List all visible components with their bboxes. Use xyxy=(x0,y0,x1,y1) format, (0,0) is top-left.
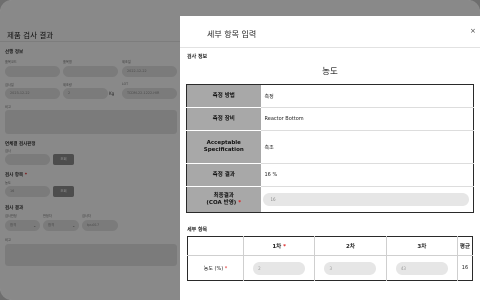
detail-items-table: 1차 * 2차 3차 평균 농도 (%) * 2 3 43 16 xyxy=(187,236,473,281)
measurement-2-input[interactable]: 3 xyxy=(324,261,377,275)
info-label: 측정 결과 xyxy=(186,163,261,187)
final-result-input[interactable]: 16 xyxy=(262,193,469,206)
modal-title: 세부 항목 입력 xyxy=(207,30,257,39)
info-label: 측정 장비 xyxy=(186,107,261,131)
column-header: 1차 * xyxy=(242,236,315,256)
column-header xyxy=(187,236,244,256)
info-value: Reactor Bottom xyxy=(260,107,474,131)
inspection-info-table: 측정 방법 측정 측정 장비 Reactor Bottom Acceptable… xyxy=(186,84,474,213)
column-header: 평균 xyxy=(456,236,473,256)
info-value: 16 % xyxy=(260,163,474,187)
measurement-1-input[interactable]: 2 xyxy=(253,261,306,275)
detail-input-modal: 세부 항목 입력 × 검사 정보 농도 측정 방법 측정 측정 장비 React… xyxy=(180,16,480,300)
row-label: 농도 (%) * xyxy=(203,265,228,272)
info-value: 측조 xyxy=(260,130,474,164)
section-detail-heading: 세부 항목 xyxy=(187,227,208,233)
divider xyxy=(180,47,480,48)
close-icon[interactable]: × xyxy=(470,27,476,35)
info-value: 측정 xyxy=(260,84,474,108)
info-label: Acceptable Specification xyxy=(186,130,261,164)
section-info-heading: 검사 정보 xyxy=(187,54,208,60)
sample-name: 농도 xyxy=(322,67,338,77)
measurement-3-input[interactable]: 43 xyxy=(395,261,448,275)
column-header: 2차 xyxy=(314,236,387,256)
column-header: 3차 xyxy=(385,236,458,256)
final-result-label: 최종결과 (COA 반영) * xyxy=(186,186,261,213)
average-value: 16 xyxy=(456,255,473,281)
info-label: 측정 방법 xyxy=(186,84,261,108)
